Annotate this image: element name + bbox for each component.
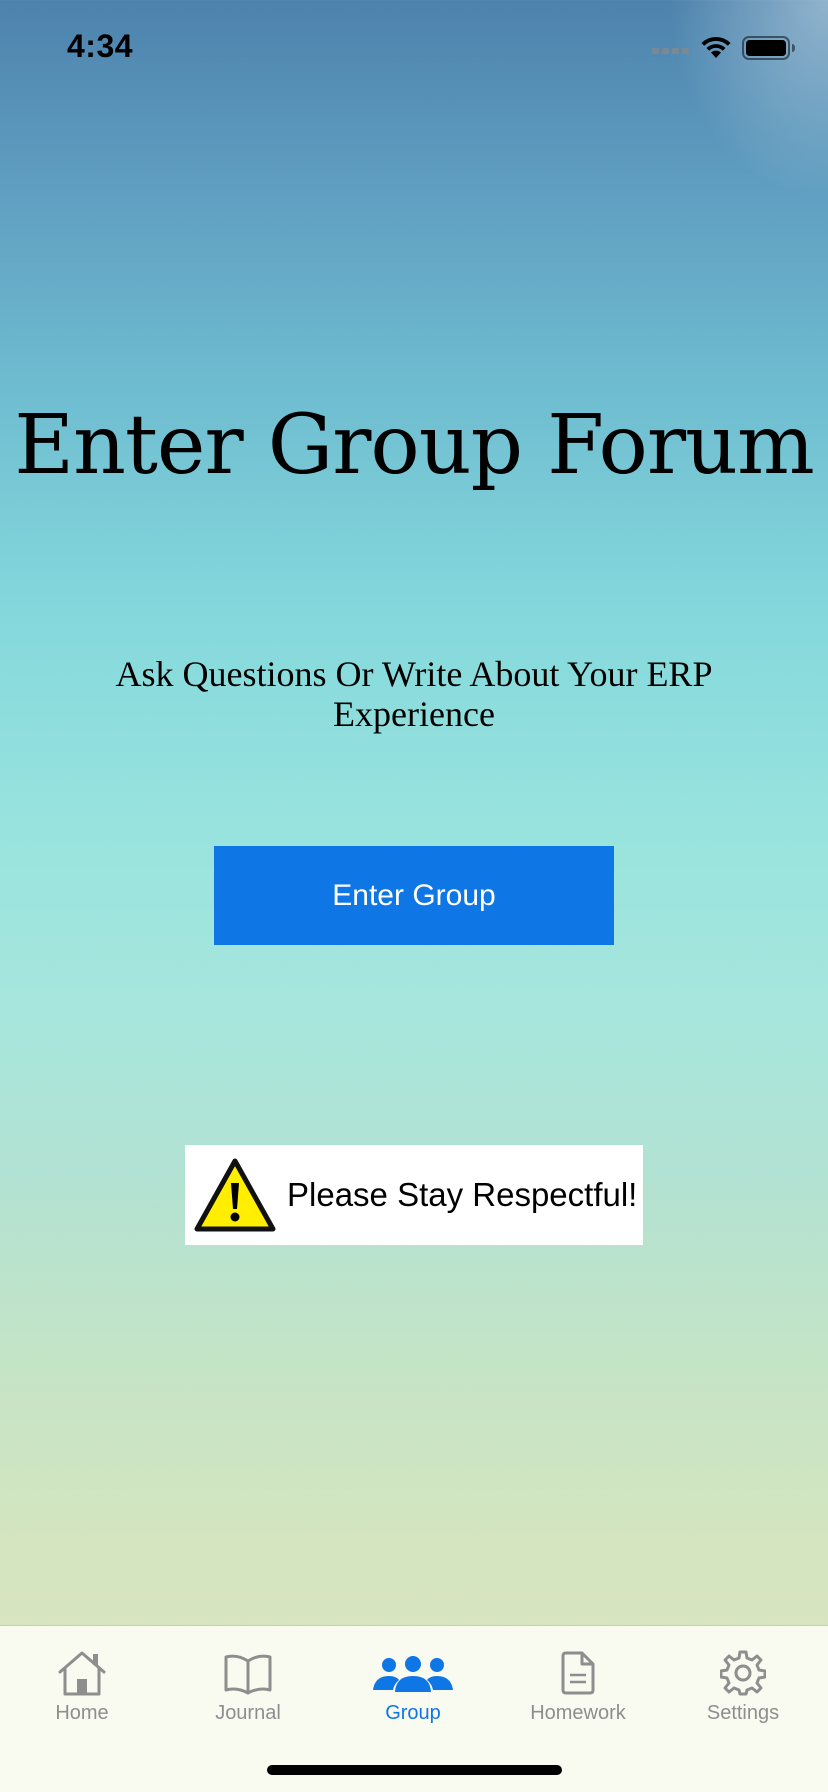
status-bar: 4:34 xyxy=(0,0,828,100)
book-icon xyxy=(223,1644,273,1696)
tab-home-label: Home xyxy=(55,1702,109,1724)
battery-icon xyxy=(742,36,796,65)
document-icon xyxy=(560,1644,596,1696)
gear-icon xyxy=(720,1644,766,1696)
tab-homework[interactable]: Homework xyxy=(508,1644,648,1734)
warning-banner: Please Stay Respectful! xyxy=(185,1145,643,1245)
status-icons xyxy=(652,36,796,65)
tab-journal[interactable]: Journal xyxy=(178,1644,318,1734)
warning-text: Please Stay Respectful! xyxy=(287,1176,638,1213)
status-time: 4:34 xyxy=(67,28,134,64)
tab-journal-label: Journal xyxy=(215,1702,281,1724)
tab-homework-label: Homework xyxy=(530,1702,626,1724)
people-icon xyxy=(372,1644,454,1696)
tab-group-label: Group xyxy=(385,1702,441,1724)
tab-home[interactable]: Home xyxy=(12,1644,152,1734)
wifi-icon xyxy=(700,36,732,65)
home-indicator[interactable] xyxy=(267,1765,562,1775)
page-title: Enter Group Forum xyxy=(14,398,814,493)
tab-group[interactable]: Group xyxy=(343,1644,483,1734)
warning-triangle-icon xyxy=(194,1158,276,1232)
cellular-signal-icon xyxy=(652,42,690,60)
tab-settings[interactable]: Settings xyxy=(673,1644,813,1734)
enter-group-button[interactable]: Enter Group xyxy=(214,846,614,945)
tab-settings-label: Settings xyxy=(706,1702,780,1724)
page-subtitle: Ask Questions Or Write About Your ERP Ex… xyxy=(115,654,713,734)
house-icon xyxy=(56,1644,108,1696)
